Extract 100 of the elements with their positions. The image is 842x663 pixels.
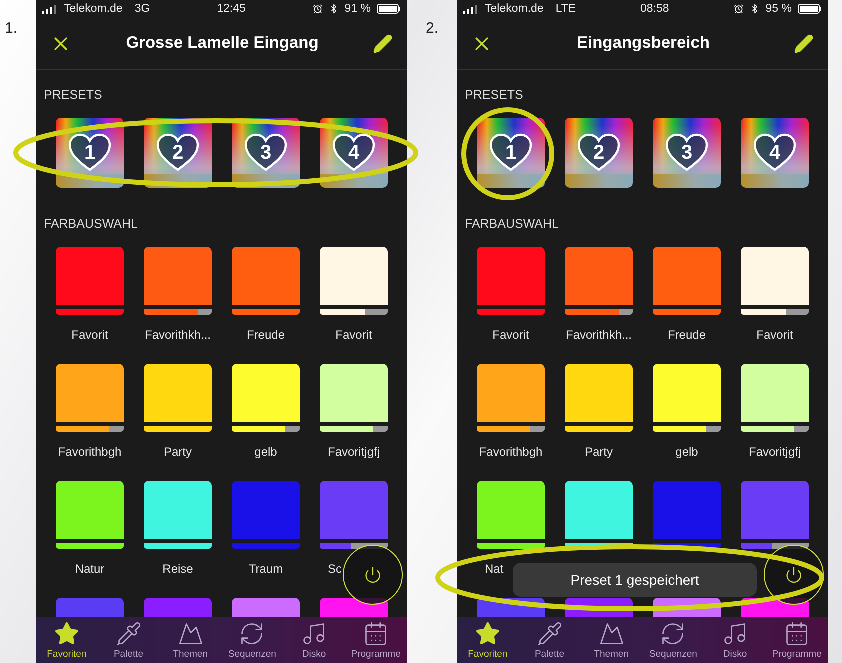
- screenshot-number: 1.: [4, 19, 19, 39]
- section-label: FARBAUSWAHL: [44, 217, 138, 231]
- color-swatch[interactable]: [477, 481, 545, 539]
- refresh-icon: [660, 621, 686, 647]
- color-swatch[interactable]: [741, 247, 809, 305]
- color-name: Favorithbgh: [478, 445, 544, 459]
- toast-message: Preset 1 gespeichert: [513, 563, 757, 597]
- color-swatch[interactable]: [56, 481, 124, 539]
- heart-icon: [68, 133, 112, 173]
- color-swatch[interactable]: [232, 247, 300, 305]
- tab-bar-item[interactable]: Disko: [283, 617, 346, 663]
- preset-number: 1: [84, 142, 96, 164]
- section-label: FARBAUSWAHL: [465, 217, 560, 231]
- color-swatch[interactable]: [741, 364, 809, 422]
- preset-tile[interactable]: 2: [565, 118, 633, 188]
- color-name: Favorit: [70, 328, 110, 342]
- color-swatch[interactable]: [144, 247, 212, 305]
- heart-icon: [753, 133, 797, 173]
- color-swatch[interactable]: [477, 364, 545, 422]
- music-icon: [722, 621, 748, 647]
- mountain-icon: [178, 621, 204, 647]
- clock-label: 12:45: [217, 3, 246, 15]
- edit-icon[interactable]: [373, 34, 393, 54]
- color-name: gelb: [674, 445, 700, 459]
- battery-percent: 91 %: [344, 3, 371, 15]
- battery-icon: [377, 4, 401, 14]
- tab-bar-item[interactable]: Programme: [766, 617, 828, 663]
- preset-tile[interactable]: 3: [653, 118, 721, 188]
- color-swatch[interactable]: [565, 364, 633, 422]
- color-swatch[interactable]: [320, 364, 388, 422]
- tab-bar-item[interactable]: Palette: [98, 617, 160, 663]
- network-label: 3G: [134, 3, 150, 15]
- tab-bar-item[interactable]: Programme: [345, 617, 407, 663]
- color-name: Favorithkh...: [564, 328, 634, 342]
- preset-number: 1: [505, 142, 517, 164]
- color-swatch[interactable]: [56, 247, 124, 305]
- color-name: Nat: [485, 562, 504, 576]
- bluetooth-icon: [750, 4, 760, 14]
- bluetooth-icon: [328, 4, 339, 14]
- preset-tile[interactable]: 4: [741, 118, 809, 188]
- tab-bar-item[interactable]: Themen: [580, 617, 642, 663]
- color-swatch[interactable]: [653, 364, 721, 422]
- color-swatch[interactable]: [232, 364, 300, 422]
- color-swatch[interactable]: [477, 247, 545, 305]
- color-name: Favoritjgfj: [748, 445, 802, 459]
- color-name: Favorit: [756, 328, 794, 342]
- refresh-icon: [239, 621, 266, 647]
- color-swatch[interactable]: [741, 481, 809, 539]
- color-swatch[interactable]: [565, 247, 633, 305]
- signal-icon: [463, 4, 479, 14]
- color-name: gelb: [254, 445, 278, 459]
- screenshot-number: 2.: [425, 19, 440, 39]
- color-name: Reise: [162, 562, 194, 576]
- color-swatch[interactable]: [144, 364, 212, 422]
- color-swatch[interactable]: [232, 481, 300, 539]
- section-label: PRESETS: [44, 88, 102, 102]
- star-icon: [474, 621, 501, 647]
- battery-percent: 95 %: [766, 3, 792, 15]
- battery-icon: [798, 4, 822, 14]
- color-swatch[interactable]: [144, 481, 212, 539]
- screen-title: Eingangsbereich: [576, 34, 711, 53]
- tab-bar-item[interactable]: Favoriten: [457, 617, 519, 663]
- color-name: Party: [162, 445, 193, 459]
- power-icon: [785, 566, 803, 584]
- section-label: PRESETS: [465, 88, 524, 102]
- tab-bar-item[interactable]: Disko: [704, 617, 766, 663]
- signal-icon: [42, 4, 58, 14]
- network-label: LTE: [556, 3, 576, 15]
- color-swatch[interactable]: [565, 481, 633, 539]
- pipette-icon: [536, 621, 563, 647]
- color-name: Favorithbgh: [57, 445, 123, 459]
- star-icon: [54, 621, 80, 647]
- preset-number: 4: [348, 142, 360, 164]
- alarm-icon: [734, 4, 744, 14]
- pipette-icon: [116, 621, 142, 647]
- tab-bar-item[interactable]: Sequenzen: [221, 617, 284, 663]
- preset-tile[interactable]: 1: [477, 118, 545, 188]
- color-swatch[interactable]: [653, 481, 721, 539]
- preset-number: 4: [769, 142, 781, 164]
- color-swatch[interactable]: [320, 247, 388, 305]
- color-name: Favorit: [334, 328, 374, 342]
- preset-number: 3: [260, 142, 272, 164]
- preset-number: 2: [172, 142, 184, 164]
- color-name: Favorithkh...: [144, 328, 212, 342]
- edit-icon[interactable]: [794, 34, 814, 54]
- tab-bar-item[interactable]: Sequenzen: [642, 617, 704, 663]
- tab-bar-item[interactable]: Favoriten: [36, 617, 98, 663]
- power-icon: [364, 566, 382, 584]
- preset-number: 3: [681, 142, 693, 164]
- color-swatch[interactable]: [653, 247, 721, 305]
- calendar-icon: [363, 621, 390, 647]
- color-swatch[interactable]: [320, 481, 388, 539]
- color-name: Favoritjgfj: [326, 445, 381, 459]
- color-swatch[interactable]: [56, 364, 124, 422]
- color-name: Favorit: [492, 328, 530, 342]
- tab-bar-item[interactable]: Palette: [518, 617, 581, 663]
- heart-icon: [665, 133, 709, 173]
- tab-bar-item[interactable]: Themen: [160, 617, 222, 663]
- heart-icon: [332, 133, 376, 173]
- carrier-label: Telekom.de: [485, 3, 544, 15]
